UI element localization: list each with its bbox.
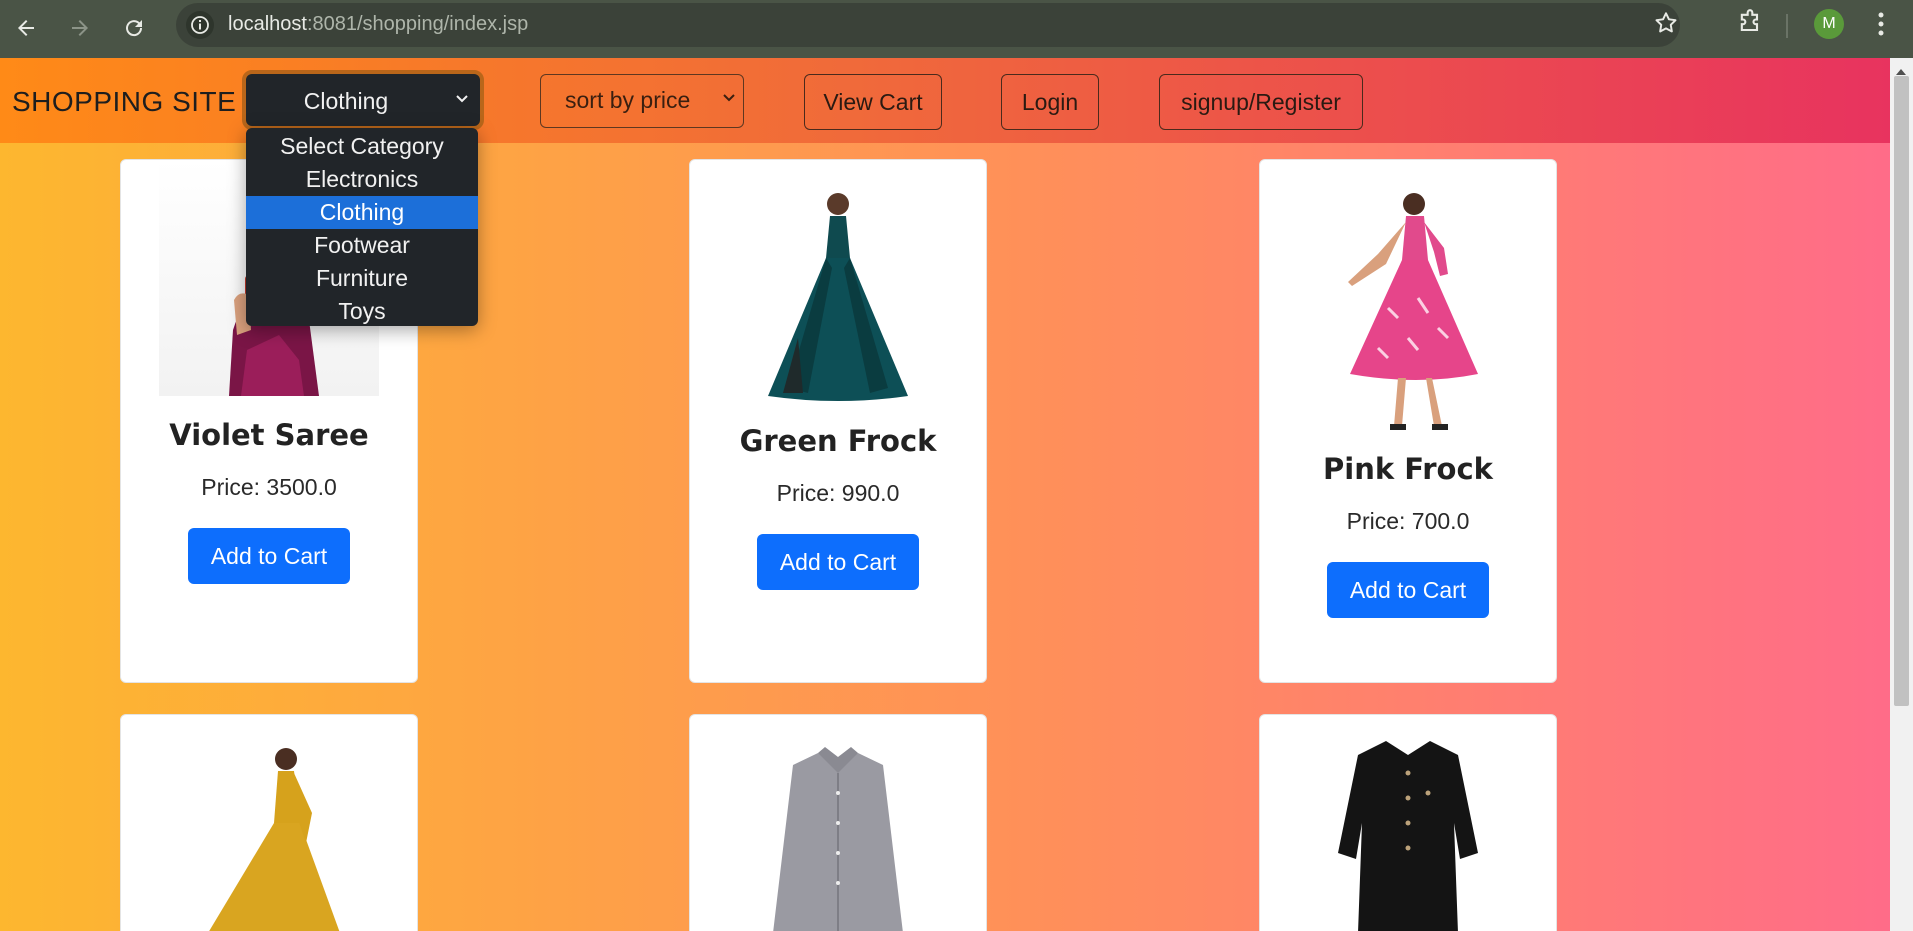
- yellow-dress-image: [194, 743, 344, 931]
- signup-register-button[interactable]: signup/Register: [1159, 74, 1363, 130]
- category-option-toys[interactable]: Toys: [246, 295, 478, 328]
- product-price: Price: 990.0: [776, 480, 900, 506]
- category-option-footwear[interactable]: Footwear: [246, 229, 478, 262]
- add-to-cart-button[interactable]: Add to Cart: [757, 534, 919, 590]
- product-name: Pink Frock: [1323, 452, 1493, 486]
- page-viewport: Violet Saree Price: 3500.0 Add to Cart G…: [0, 58, 1913, 931]
- address-bar[interactable]: localhost:8081/shopping/index.jsp: [176, 3, 1680, 47]
- site-navbar: SHOPPING SITE Clothing sort by price Vie…: [0, 58, 1890, 326]
- scrollbar-thumb[interactable]: [1894, 76, 1909, 706]
- toolbar-separator: [1786, 14, 1788, 38]
- category-dropdown-list: Select Category Electronics Clothing Foo…: [246, 128, 478, 326]
- pink-frock-image: [1328, 188, 1488, 432]
- menu-kebab-icon[interactable]: [1870, 8, 1892, 44]
- view-cart-button[interactable]: View Cart: [804, 74, 942, 130]
- login-button[interactable]: Login: [1001, 74, 1099, 130]
- chevron-down-icon: [454, 90, 470, 110]
- product-card-pink-frock: Pink Frock Price: 700.0 Add to Cart: [1259, 159, 1557, 683]
- profile-avatar[interactable]: M: [1814, 9, 1844, 39]
- forward-arrow-icon[interactable]: [60, 8, 100, 48]
- product-card-yellow-dress: [120, 714, 418, 931]
- category-option-electronics[interactable]: Electronics: [246, 163, 478, 196]
- category-option-furniture[interactable]: Furniture: [246, 262, 478, 295]
- bookmark-star-icon[interactable]: [1653, 10, 1679, 40]
- product-card-grey-shirt: [689, 714, 987, 931]
- grey-shirt-image: [763, 743, 913, 931]
- product-price: Price: 700.0: [1346, 508, 1470, 534]
- browser-toolbar: localhost:8081/shopping/index.jsp M: [0, 0, 1913, 58]
- url-text: localhost:8081/shopping/index.jsp: [228, 13, 528, 36]
- chevron-down-icon: [721, 89, 737, 109]
- category-select[interactable]: Clothing: [242, 70, 484, 130]
- product-price: Price: 3500.0: [201, 474, 337, 500]
- add-to-cart-button[interactable]: Add to Cart: [188, 528, 350, 584]
- add-to-cart-button[interactable]: Add to Cart: [1327, 562, 1489, 618]
- sort-select[interactable]: sort by price: [540, 74, 744, 128]
- back-arrow-icon[interactable]: [6, 8, 46, 48]
- reload-icon[interactable]: [114, 8, 154, 48]
- url-path: :8081/shopping/index.jsp: [306, 13, 529, 35]
- url-host: localhost: [228, 13, 307, 35]
- product-card-black-shirt: [1259, 714, 1557, 931]
- product-name: Green Frock: [739, 424, 937, 458]
- sort-select-value: sort by price: [565, 87, 691, 113]
- page-scrollbar[interactable]: [1890, 58, 1913, 931]
- product-name: Violet Saree: [169, 418, 369, 452]
- product-card-green-frock: Green Frock Price: 990.0 Add to Cart: [689, 159, 987, 683]
- category-option-clothing[interactable]: Clothing: [246, 196, 478, 229]
- black-shirt-image: [1328, 733, 1488, 931]
- category-select-value: Clothing: [303, 88, 389, 114]
- site-info-icon[interactable]: [186, 11, 214, 39]
- extensions-puzzle-icon[interactable]: [1736, 9, 1764, 41]
- green-frock-image: [758, 188, 918, 402]
- category-option-select[interactable]: Select Category: [246, 130, 478, 163]
- site-brand[interactable]: SHOPPING SITE: [12, 86, 236, 118]
